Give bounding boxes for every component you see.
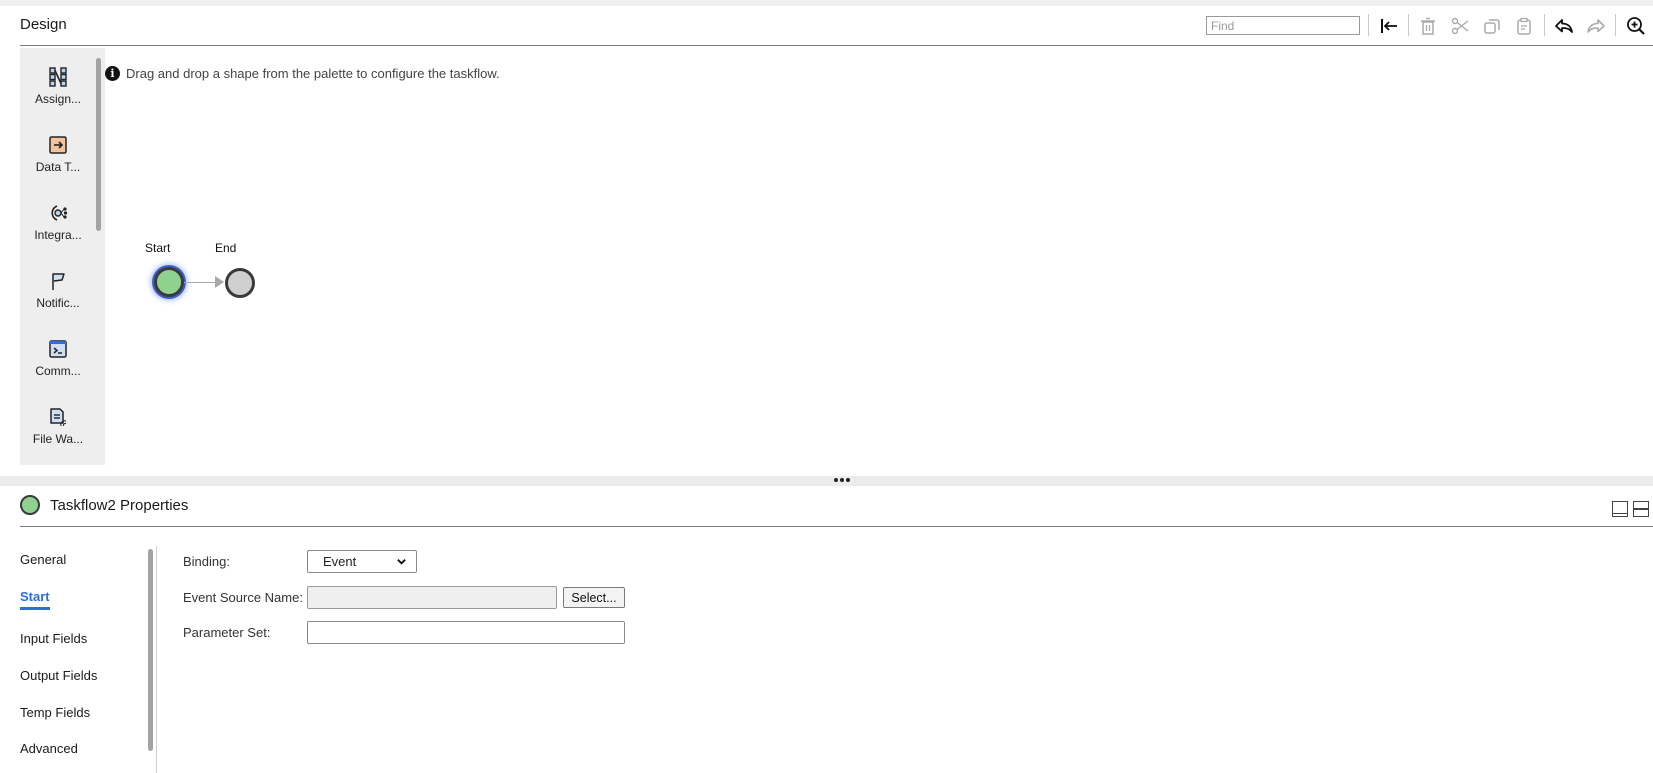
palette-item-label: Comm... (35, 364, 81, 378)
binding-select-value: Event (323, 554, 357, 569)
properties-title: Taskflow2 Properties (50, 497, 189, 514)
nav-divider (156, 546, 157, 773)
parameter-set-label: Parameter Set: (183, 625, 271, 640)
layout-bottom-panel-icon[interactable] (1612, 501, 1628, 517)
event-source-input[interactable] (307, 586, 557, 609)
palette-item-label: Integra... (34, 228, 82, 242)
start-node-label: Start (145, 241, 171, 255)
collapse-left-icon[interactable] (1378, 15, 1400, 37)
paste-icon[interactable] (1513, 15, 1535, 37)
command-terminal-icon (49, 340, 67, 358)
active-tab-indicator (20, 607, 50, 610)
delete-icon[interactable] (1417, 15, 1439, 37)
palette-item-label: File Wa... (32, 432, 84, 446)
info-icon: i (105, 66, 120, 81)
properties-divider (20, 526, 1653, 527)
palette-item-data-task[interactable]: Data T... (20, 134, 96, 174)
design-divider (20, 45, 1653, 46)
connector-arrowhead (215, 276, 224, 288)
end-node-label: End (215, 241, 237, 255)
nav-output-fields[interactable]: Output Fields (20, 668, 97, 683)
cut-icon[interactable] (1449, 15, 1471, 37)
top-band (0, 0, 1653, 6)
start-node[interactable] (154, 267, 184, 297)
palette-scrollbar[interactable] (96, 58, 101, 231)
canvas-info-text: Drag and drop a shape from the palette t… (126, 66, 500, 81)
layout-split-panel-icon[interactable] (1633, 501, 1649, 517)
palette-item-label: Notific... (36, 296, 80, 310)
nav-scrollbar[interactable] (148, 549, 153, 751)
binding-select[interactable]: Event (307, 550, 417, 573)
start-status-icon (20, 495, 40, 515)
event-source-label: Event Source Name: (183, 590, 303, 605)
find-input[interactable] (1206, 16, 1360, 35)
palette-item-label: Data T... (35, 160, 81, 174)
copy-icon[interactable] (1481, 15, 1503, 37)
nav-temp-fields[interactable]: Temp Fields (20, 705, 90, 720)
palette-item-assignment[interactable]: Assign... (20, 66, 96, 106)
file-watch-icon (50, 408, 67, 427)
parameter-set-input[interactable] (307, 621, 625, 644)
select-event-source-button[interactable]: Select... (563, 587, 625, 608)
redo-icon[interactable] (1585, 15, 1607, 37)
assignment-icon (49, 67, 67, 87)
nav-start[interactable]: Start (20, 589, 50, 604)
shape-palette: Assign... Data T... Integra... Notific..… (20, 48, 105, 465)
data-task-icon (49, 136, 67, 154)
palette-item-notification[interactable]: Notific... (20, 270, 96, 310)
splitter-handle-icon[interactable] (834, 478, 850, 482)
canvas-info-message: i Drag and drop a shape from the palette… (105, 66, 500, 81)
palette-item-label: Assign... (34, 92, 82, 106)
undo-icon[interactable] (1553, 15, 1575, 37)
design-title: Design (20, 16, 67, 33)
palette-item-integration[interactable]: Integra... (20, 202, 96, 242)
nav-general[interactable]: General (20, 552, 66, 567)
nav-input-fields[interactable]: Input Fields (20, 631, 87, 646)
toolbar-separator (1368, 14, 1369, 36)
toolbar-separator (1615, 14, 1616, 36)
flow-connector[interactable] (184, 282, 216, 283)
notification-flag-icon (52, 273, 65, 290)
nav-advanced[interactable]: Advanced (20, 741, 78, 756)
end-node[interactable] (225, 268, 255, 298)
zoom-in-icon[interactable] (1625, 15, 1647, 37)
binding-label: Binding: (183, 554, 230, 569)
integration-icon (51, 205, 68, 221)
palette-item-file-watch[interactable]: File Wa... (20, 406, 96, 446)
panel-splitter[interactable] (0, 476, 1653, 486)
toolbar-separator (1544, 14, 1545, 36)
toolbar-separator (1408, 14, 1409, 36)
palette-item-command[interactable]: Comm... (20, 338, 96, 378)
chevron-down-icon (397, 559, 406, 565)
